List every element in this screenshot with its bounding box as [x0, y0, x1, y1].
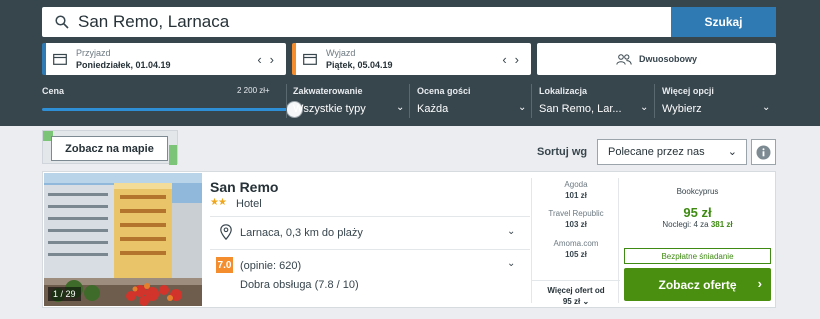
checkin-value: Poniedziałek, 01.04.19 [76, 59, 171, 70]
offer-price: 105 zł [565, 250, 587, 259]
accommodation-filter-value[interactable]: Wszystkie typy [293, 103, 366, 115]
search-button[interactable]: Szukaj [671, 7, 776, 37]
rating-filter-value[interactable]: Każda [417, 103, 448, 115]
calendar-icon [53, 53, 67, 65]
search-field[interactable] [42, 7, 671, 37]
more-offers-price-row: 95 zł ⌄ [532, 296, 620, 307]
chevron-down-icon: ⌄ [582, 297, 590, 306]
offer-item[interactable]: Amoma.com 105 zł [532, 239, 620, 260]
row-divider [210, 249, 530, 250]
hotel-photo[interactable]: 1 / 29 [44, 173, 202, 306]
free-breakfast-badge: Bezpłatne śniadanie [624, 248, 771, 264]
search-input[interactable] [78, 12, 618, 32]
show-map-button[interactable]: Zobacz na mapie [51, 136, 168, 161]
star-rating-icon: ★★ [210, 197, 227, 208]
chevron-right-icon: › [757, 276, 762, 291]
search-header: Szukaj Przyjazd Poniedziałek, 01.04.19 ‹… [0, 0, 820, 126]
sort-select[interactable]: Polecane przez nas ⌄ [597, 139, 747, 165]
more-offers-price: 95 zł [562, 297, 581, 306]
price-filter-label: Cena [42, 86, 65, 96]
guests-selector[interactable]: Dwuosobowy [537, 43, 776, 75]
accommodation-filter-label: Zakwaterowanie [293, 86, 363, 96]
offer-provider: Amoma.com [553, 239, 599, 248]
filter-divider [531, 84, 532, 118]
info-button[interactable] [751, 139, 776, 165]
chevron-down-icon[interactable]: ⌄ [640, 102, 648, 113]
rating-score-badge: 7.0 [216, 257, 233, 273]
checkin-label: Przyjazd [76, 47, 111, 58]
info-icon [756, 145, 771, 159]
nights-total: Noclegi: 4 za 381 zł [620, 220, 775, 229]
more-options-value[interactable]: Wybierz [662, 103, 702, 115]
hotel-location[interactable]: Larnaca, 0,3 km do plaży [240, 227, 363, 239]
checkin-date-field[interactable]: Przyjazd Poniedziałek, 01.04.19 ‹ › [42, 43, 286, 75]
location-filter-value[interactable]: San Remo, Lar... [539, 103, 622, 115]
search-icon [55, 15, 69, 29]
more-offers-button[interactable]: Więcej ofert od 95 zł ⌄ [532, 280, 620, 307]
more-offers-label: Więcej ofert od [547, 286, 605, 295]
view-deal-button[interactable]: Zobacz ofertę › [624, 268, 771, 301]
hotel-name[interactable]: San Remo [210, 179, 278, 195]
calendar-icon [303, 53, 317, 65]
price-slider-track[interactable] [42, 108, 294, 111]
review-count[interactable]: (opinie: 620) [240, 260, 301, 272]
filter-divider [654, 84, 655, 118]
service-rating: Dobra obsługa (7.8 / 10) [240, 279, 359, 291]
map-preview[interactable]: Zobacz na mapie [42, 130, 178, 165]
filter-divider [286, 84, 287, 118]
offer-item[interactable]: Agoda 101 zł [532, 180, 620, 201]
chevron-left-icon[interactable]: ‹ [257, 53, 261, 66]
checkout-label: Wyjazd [326, 47, 356, 58]
row-divider [210, 216, 530, 217]
sort-value: Polecane przez nas [608, 146, 705, 158]
chevron-down-icon[interactable]: ⌄ [762, 102, 770, 113]
hotel-result-card: 1 / 29 San Remo ★★ Hotel Larnaca, 0,3 km… [42, 171, 776, 308]
chevron-down-icon[interactable]: ⌄ [518, 102, 526, 113]
photo-counter: 1 / 29 [48, 287, 81, 301]
price-max-value: 2 200 zł+ [237, 86, 270, 95]
location-filter-label: Lokalizacja [539, 86, 588, 96]
best-deal-column: Bookcyprus 95 zł Noclegi: 4 za 381 zł Be… [620, 178, 775, 303]
nights-prefix: Noclegi: 4 za [662, 220, 709, 229]
guests-value: Dwuosobowy [639, 54, 697, 64]
best-deal-provider: Bookcyprus [676, 187, 719, 196]
offer-provider: Agoda [564, 180, 588, 189]
rating-filter-label: Ocena gości [417, 86, 471, 96]
chevron-left-icon[interactable]: ‹ [502, 53, 506, 66]
chevron-down-icon: ⌄ [727, 146, 737, 158]
other-offers-column: Agoda 101 zł Travel Republic 103 zł Amom… [531, 178, 620, 306]
sort-label: Sortuj wg [537, 146, 588, 158]
chevron-down-icon[interactable]: ⌄ [396, 102, 404, 113]
location-pin-icon [220, 224, 232, 240]
filter-divider [409, 84, 410, 118]
offer-price: 103 zł [565, 220, 587, 229]
chevron-right-icon[interactable]: › [515, 53, 519, 66]
more-options-label: Więcej opcji [662, 86, 714, 96]
offer-provider: Travel Republic [548, 209, 604, 218]
users-icon [616, 53, 632, 65]
view-deal-label: Zobacz ofertę [658, 277, 737, 292]
best-deal-price[interactable]: 95 zł [620, 205, 775, 220]
chevron-down-icon[interactable]: ⌄ [507, 258, 515, 269]
chevron-right-icon[interactable]: › [270, 53, 274, 66]
map-park-shape [169, 145, 177, 165]
checkout-value: Piątek, 05.04.19 [326, 59, 393, 70]
offer-item[interactable]: Travel Republic 103 zł [532, 209, 620, 230]
offer-price: 101 zł [565, 191, 587, 200]
checkout-date-field[interactable]: Wyjazd Piątek, 05.04.19 ‹ › [292, 43, 531, 75]
chevron-down-icon[interactable]: ⌄ [507, 226, 515, 237]
nights-total-price: 381 zł [710, 220, 733, 229]
hotel-type: Hotel [236, 198, 262, 210]
